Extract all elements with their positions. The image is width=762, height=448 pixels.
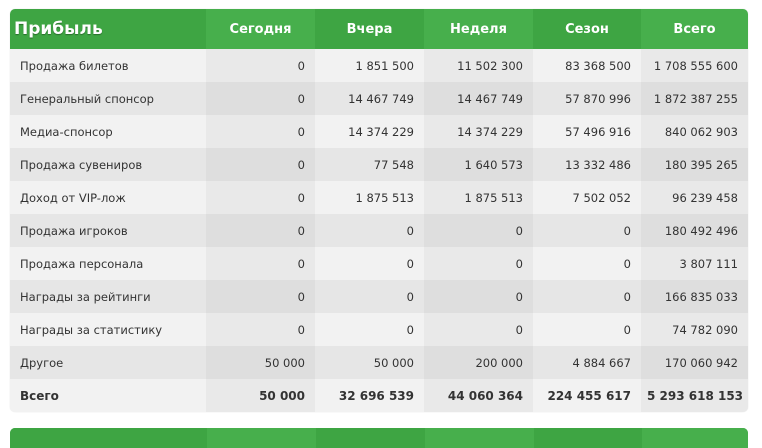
cell-value: 13 332 486 bbox=[533, 148, 641, 181]
cell-value: 1 851 500 bbox=[315, 49, 424, 82]
cell-value: 1 640 573 bbox=[424, 148, 533, 181]
cell-value: 96 239 458 bbox=[641, 181, 748, 214]
next-table-header bbox=[10, 428, 748, 448]
row-label: Всего bbox=[10, 379, 206, 412]
table-title: Прибыль bbox=[10, 9, 206, 49]
cell-value: 0 bbox=[206, 148, 315, 181]
cell-value: 14 374 229 bbox=[315, 115, 424, 148]
cell-value: 11 502 300 bbox=[424, 49, 533, 82]
column-header-total: Всего bbox=[641, 9, 748, 49]
column-header-season: Сезон bbox=[533, 9, 641, 49]
cell-value: 840 062 903 bbox=[641, 115, 748, 148]
row-label: Медиа-спонсор bbox=[10, 115, 206, 148]
cell-value: 224 455 617 bbox=[533, 379, 641, 412]
table-row: Доход от VIP-лож 0 1 875 513 1 875 513 7 502… bbox=[10, 181, 748, 214]
cell-value: 1 708 555 600 bbox=[641, 49, 748, 82]
cell-value: 0 bbox=[424, 214, 533, 247]
cell-value: 0 bbox=[206, 49, 315, 82]
cell-value: 7 502 052 bbox=[533, 181, 641, 214]
table-row: Другое 50 000 50 000 200 000 4 884 667 170 06… bbox=[10, 346, 748, 379]
column-header-today: Сегодня bbox=[206, 9, 315, 49]
cell-value: 4 884 667 bbox=[533, 346, 641, 379]
column-header-yesterday: Вчера bbox=[315, 9, 424, 49]
cell-value: 44 060 364 bbox=[424, 379, 533, 412]
cell-value: 3 807 111 bbox=[641, 247, 748, 280]
cell-value: 14 467 749 bbox=[424, 82, 533, 115]
cell-value: 57 870 996 bbox=[533, 82, 641, 115]
cell-value: 57 496 916 bbox=[533, 115, 641, 148]
profit-table: Прибыль Сегодня Вчера Неделя Сезон Всего… bbox=[10, 9, 748, 412]
cell-value: 200 000 bbox=[424, 346, 533, 379]
table-row: Медиа-спонсор 0 14 374 229 14 374 229 57 496… bbox=[10, 115, 748, 148]
table-row: Награды за статистику 0 0 0 0 74 782 090 bbox=[10, 313, 748, 346]
table-row: Продажа билетов 0 1 851 500 11 502 300 83 36… bbox=[10, 49, 748, 82]
cell-value: 0 bbox=[533, 280, 641, 313]
cell-value: 166 835 033 bbox=[641, 280, 748, 313]
cell-value: 180 492 496 bbox=[641, 214, 748, 247]
profit-table-card: Прибыль Сегодня Вчера Неделя Сезон Всего… bbox=[10, 9, 748, 412]
cell-value: 0 bbox=[206, 313, 315, 346]
cell-value: 0 bbox=[533, 313, 641, 346]
cell-value: 0 bbox=[206, 280, 315, 313]
cell-value: 77 548 bbox=[315, 148, 424, 181]
cell-value: 0 bbox=[206, 181, 315, 214]
cell-value: 50 000 bbox=[206, 346, 315, 379]
cell-value: 50 000 bbox=[206, 379, 315, 412]
table-row: Награды за рейтинги 0 0 0 0 166 835 033 bbox=[10, 280, 748, 313]
cell-value: 0 bbox=[315, 214, 424, 247]
cell-value: 0 bbox=[315, 313, 424, 346]
cell-value: 180 395 265 bbox=[641, 148, 748, 181]
cell-value: 83 368 500 bbox=[533, 49, 641, 82]
cell-value: 14 467 749 bbox=[315, 82, 424, 115]
cell-value: 0 bbox=[315, 247, 424, 280]
cell-value: 0 bbox=[533, 247, 641, 280]
cell-value: 0 bbox=[206, 247, 315, 280]
cell-value: 0 bbox=[206, 82, 315, 115]
cell-value: 170 060 942 bbox=[641, 346, 748, 379]
row-label: Награды за статистику bbox=[10, 313, 206, 346]
row-label: Продажа сувениров bbox=[10, 148, 206, 181]
table-header-row: Прибыль Сегодня Вчера Неделя Сезон Всего bbox=[10, 9, 748, 49]
row-label: Продажа билетов bbox=[10, 49, 206, 82]
cell-value: 0 bbox=[315, 280, 424, 313]
row-label: Награды за рейтинги bbox=[10, 280, 206, 313]
cell-value: 50 000 bbox=[315, 346, 424, 379]
table-row: Продажа персонала 0 0 0 0 3 807 111 bbox=[10, 247, 748, 280]
row-label: Продажа игроков bbox=[10, 214, 206, 247]
cell-value: 0 bbox=[424, 280, 533, 313]
cell-value: 32 696 539 bbox=[315, 379, 424, 412]
row-label: Генеральный спонсор bbox=[10, 82, 206, 115]
cell-value: 0 bbox=[424, 313, 533, 346]
cell-value: 0 bbox=[206, 214, 315, 247]
cell-value: 0 bbox=[206, 115, 315, 148]
column-header-week: Неделя bbox=[424, 9, 533, 49]
cell-value: 0 bbox=[424, 247, 533, 280]
cell-value: 1 875 513 bbox=[315, 181, 424, 214]
cell-value: 1 872 387 255 bbox=[641, 82, 748, 115]
row-label: Продажа персонала bbox=[10, 247, 206, 280]
cell-value: 14 374 229 bbox=[424, 115, 533, 148]
table-row: Продажа игроков 0 0 0 0 180 492 496 bbox=[10, 214, 748, 247]
row-label: Другое bbox=[10, 346, 206, 379]
table-row: Генеральный спонсор 0 14 467 749 14 467 749… bbox=[10, 82, 748, 115]
table-row: Продажа сувениров 0 77 548 1 640 573 13 332 … bbox=[10, 148, 748, 181]
cell-value: 5 293 618 153 bbox=[641, 379, 748, 412]
table-total-row: Всего 50 000 32 696 539 44 060 364 224 455 6… bbox=[10, 379, 748, 412]
cell-value: 74 782 090 bbox=[641, 313, 748, 346]
cell-value: 1 875 513 bbox=[424, 181, 533, 214]
row-label: Доход от VIP-лож bbox=[10, 181, 206, 214]
cell-value: 0 bbox=[533, 214, 641, 247]
